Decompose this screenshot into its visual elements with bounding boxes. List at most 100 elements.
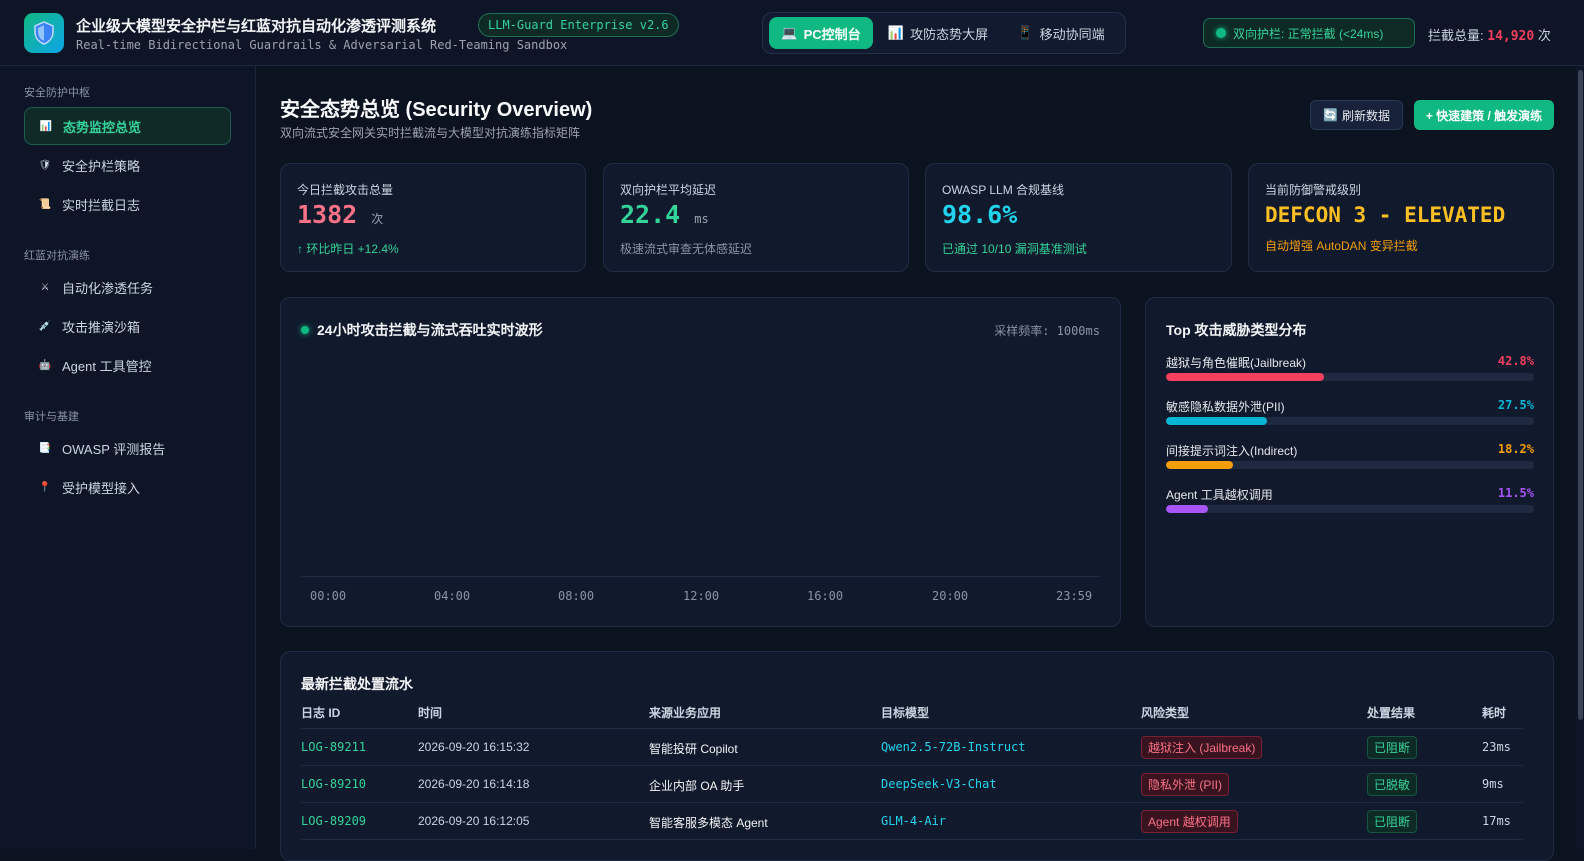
bar-chart-icon: 📊	[887, 25, 905, 40]
sidebar-item-attack-sandbox[interactable]: 💉 攻击推演沙箱	[24, 307, 231, 345]
shield-icon	[34, 21, 54, 45]
status-dot-icon	[1216, 28, 1226, 38]
view-mobile[interactable]: 📱 移动协同端	[1003, 17, 1119, 49]
x-tick: 04:00	[434, 589, 471, 603]
threat-bar	[1166, 417, 1534, 425]
sidebar-group-title: 安全防护中枢	[24, 87, 90, 99]
threat-bar-fill	[1166, 373, 1324, 381]
kpi-trend: ↑ 环比昨日 +12.4%	[297, 242, 399, 256]
sidebar-item-intercept-log[interactable]: 📜 实时拦截日志	[24, 185, 231, 223]
sidebar-item-owasp-report[interactable]: 📑 OWASP 评测报告	[24, 429, 231, 467]
kpi-value: DEFCON 3 - ELEVATED	[1265, 203, 1506, 227]
log-source-app: 智能投研 Copilot	[649, 742, 738, 756]
sidebar-item-model-access[interactable]: 📍 受护模型接入	[24, 468, 231, 506]
threat-name: 越狱与角色催眠(Jailbreak)	[1166, 356, 1307, 370]
log-time: 2026-09-20 16:12:05	[418, 814, 530, 828]
log-result: 已阻断	[1367, 810, 1418, 833]
sampling-rate: 采样频率: 1000ms	[994, 324, 1100, 338]
log-target-model: GLM-4-Air	[881, 814, 947, 828]
page-subtitle: 双向流式安全网关实时拦截流与大模型对抗演练指标矩阵	[280, 126, 581, 140]
sidebar: 安全防护中枢 📊 态势监控总览 🛡 安全护栏策略 📜 实时拦截日志 红蓝对抗演练 ⚔ 自…	[0, 66, 256, 849]
column-header: 时间	[418, 706, 443, 720]
column-header: 目标模型	[881, 706, 930, 720]
view-attack-defense-screen[interactable]: 📊 攻防态势大屏	[877, 17, 999, 49]
kpi-label: 今日拦截攻击总量	[297, 183, 394, 197]
table-divider	[301, 802, 1523, 803]
sidebar-item-overview[interactable]: 📊 态势监控总览	[24, 107, 231, 145]
log-source-app: 企业内部 OA 助手	[649, 779, 745, 793]
log-latency: 17ms	[1482, 814, 1511, 828]
view-switcher: 💻 PC控制台 📊 攻防态势大屏 📱 移动协同端	[762, 12, 1126, 54]
threat-name: 间接提示词注入(Indirect)	[1166, 444, 1298, 458]
column-header: 风险类型	[1141, 706, 1190, 720]
version-badge: LLM-Guard Enterprise v2.6	[478, 13, 679, 37]
threat-percent: 18.2%	[1497, 442, 1534, 456]
log-risk-type: 隐私外泄 (PII)	[1141, 773, 1229, 796]
column-header: 来源业务应用	[649, 706, 722, 720]
threat-bar	[1166, 461, 1534, 469]
threat-bar	[1166, 505, 1534, 513]
quick-policy-button[interactable]: + 快速建策 / 触发演练	[1414, 100, 1554, 130]
app-title: 企业级大模型安全护栏与红蓝对抗自动化渗透评测系统	[76, 18, 437, 35]
waveform-title: 24小时攻击拦截与流式吞吐实时波形	[301, 320, 543, 340]
waveform-card: 24小时攻击拦截与流式吞吐实时波形 采样频率: 1000ms 00:00 04:…	[280, 297, 1121, 627]
threat-distribution-card: Top 攻击威胁类型分布 越狱与角色催眠(Jailbreak) 42.8% 敏感…	[1145, 297, 1554, 627]
sidebar-item-pentest-tasks[interactable]: ⚔ 自动化渗透任务	[24, 268, 231, 306]
log-id[interactable]: LOG-89209	[301, 814, 366, 828]
scroll-icon: 📜	[38, 198, 52, 210]
log-risk-type: Agent 越权调用	[1141, 810, 1238, 833]
kpi-note: 已通过 10/10 漏洞基准测试	[942, 242, 1087, 256]
kpi-card-latency: 双向护栏平均延迟 22.4 ms 极速流式审查无体感延迟	[603, 163, 909, 272]
app-logo	[24, 13, 64, 53]
guardrail-status: 双向护栏: 正常拦截 (<24ms)	[1203, 18, 1415, 48]
log-id[interactable]: LOG-89210	[301, 777, 366, 791]
sidebar-group-title: 审计与基建	[24, 411, 79, 423]
threat-percent: 42.8%	[1497, 354, 1534, 368]
log-result: 已脱敏	[1367, 773, 1418, 796]
threat-name: Agent 工具越权调用	[1166, 488, 1273, 502]
log-source-app: 智能客服多模态 Agent	[649, 816, 768, 830]
column-header: 耗时	[1482, 706, 1507, 720]
log-target-model: DeepSeek-V3-Chat	[881, 777, 997, 791]
kpi-value: 98.6%	[942, 200, 1018, 229]
refresh-button[interactable]: 🔄 刷新数据	[1310, 100, 1403, 130]
sidebar-item-agent-tools[interactable]: 🤖 Agent 工具管控	[24, 346, 231, 384]
kpi-label: 双向护栏平均延迟	[620, 183, 717, 197]
kpi-card-defcon: 当前防御警戒级别 DEFCON 3 - ELEVATED 自动增强 AutoDA…	[1248, 163, 1554, 272]
shield-icon: 🛡	[38, 159, 52, 171]
view-pc-console[interactable]: 💻 PC控制台	[769, 17, 873, 49]
page-title: 安全态势总览 (Security Overview)	[280, 99, 593, 121]
pin-icon: 📍	[38, 481, 52, 493]
kpi-label: 当前防御警戒级别	[1265, 183, 1362, 197]
refresh-icon: 🔄	[1323, 108, 1338, 122]
document-icon: 📑	[38, 442, 52, 454]
table-divider	[301, 728, 1523, 729]
robot-icon: 🤖	[38, 359, 52, 371]
kpi-card-attacks: 今日拦截攻击总量 1382 次 ↑ 环比昨日 +12.4%	[280, 163, 586, 272]
log-latency: 23ms	[1482, 740, 1511, 754]
threat-bar	[1166, 373, 1534, 381]
top-bar: 企业级大模型安全护栏与红蓝对抗自动化渗透评测系统 LLM-Guard Enter…	[0, 0, 1584, 66]
log-id[interactable]: LOG-89211	[301, 740, 366, 754]
log-target-model: Qwen2.5-72B-Instruct	[881, 740, 1026, 754]
kpi-value: 22.4 ms	[620, 200, 709, 229]
column-header: 处置结果	[1367, 706, 1416, 720]
column-header: 日志 ID	[301, 706, 341, 720]
scrollbar-thumb[interactable]	[1578, 70, 1583, 720]
kpi-value: 1382 次	[297, 200, 384, 229]
x-tick: 12:00	[683, 589, 720, 603]
crossed-swords-icon: ⚔	[40, 281, 50, 293]
log-latency: 9ms	[1482, 777, 1504, 791]
intercept-total: 拦截总量: 14,920 次	[1428, 28, 1551, 44]
log-risk-type: 越狱注入 (Jailbreak)	[1141, 736, 1263, 759]
threat-percent: 27.5%	[1497, 398, 1534, 412]
x-tick: 20:00	[932, 589, 969, 603]
threat-bar-fill	[1166, 417, 1268, 425]
kpi-note: 自动增强 AutoDAN 变异拦截	[1265, 239, 1418, 253]
x-tick: 00:00	[310, 589, 347, 603]
kpi-card-owasp: OWASP LLM 合规基线 98.6% 已通过 10/10 漏洞基准测试	[925, 163, 1232, 272]
kpi-note: 极速流式审查无体感延迟	[620, 242, 753, 256]
syringe-icon: 💉	[38, 320, 52, 332]
kpi-label: OWASP LLM 合规基线	[942, 183, 1065, 197]
sidebar-item-guardrail-policy[interactable]: 🛡 安全护栏策略	[24, 146, 231, 184]
